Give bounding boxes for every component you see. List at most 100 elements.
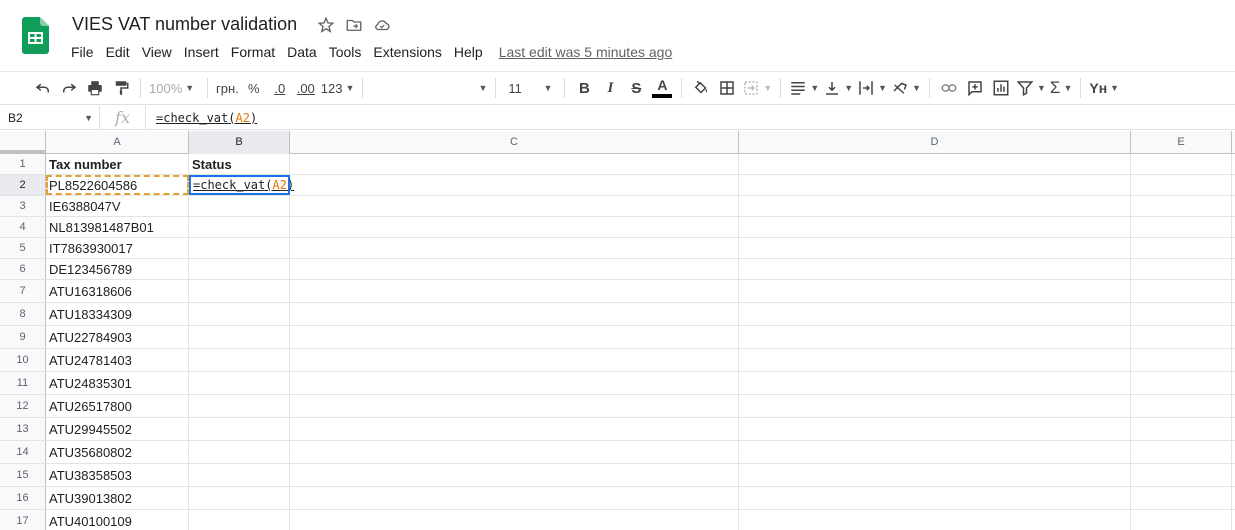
formula-input[interactable]: =check_vat(A2) <box>146 111 257 125</box>
name-box[interactable]: B2 ▼ <box>0 105 100 130</box>
cell-status[interactable] <box>189 259 290 279</box>
empty-cell[interactable] <box>1131 510 1232 530</box>
increase-decimal-button[interactable]: .00 <box>293 76 319 100</box>
row-header[interactable]: 4 <box>0 217 46 237</box>
row-header[interactable]: 16 <box>0 487 46 509</box>
empty-cell[interactable] <box>1131 372 1232 394</box>
empty-cell[interactable] <box>290 395 739 417</box>
cell-tax-number[interactable]: DE123456789 <box>46 259 189 279</box>
merge-cells-button[interactable]: ▼ <box>740 76 774 100</box>
row-header[interactable]: 13 <box>0 418 46 440</box>
empty-cell[interactable] <box>1131 196 1232 216</box>
header-cell-tax-number[interactable]: Tax number <box>46 154 189 174</box>
currency-format-button[interactable]: грн. <box>214 76 241 100</box>
empty-cell[interactable] <box>739 196 1131 216</box>
cell-tax-number[interactable]: NL813981487B01 <box>46 217 189 237</box>
column-header-a[interactable]: A <box>46 131 189 154</box>
document-title[interactable]: VIES VAT number validation <box>72 14 297 35</box>
empty-cell[interactable] <box>739 154 1131 174</box>
bold-button[interactable]: B <box>571 76 597 100</box>
row-header[interactable]: 7 <box>0 280 46 302</box>
empty-cell[interactable] <box>290 441 739 463</box>
empty-cell[interactable] <box>1131 303 1232 325</box>
empty-cell[interactable] <box>290 349 739 371</box>
empty-cell[interactable] <box>1131 154 1232 174</box>
move-folder-icon[interactable] <box>344 15 364 35</box>
print-button[interactable] <box>82 76 108 100</box>
empty-cell[interactable] <box>1131 487 1232 509</box>
active-cell-editor[interactable]: =check_vat(A2) <box>189 175 294 195</box>
text-rotation-button[interactable]: ▼ <box>889 76 923 100</box>
cell-tax-number[interactable]: ATU24835301 <box>46 372 189 394</box>
empty-cell[interactable] <box>1131 395 1232 417</box>
empty-cell[interactable] <box>739 175 1131 195</box>
empty-cell[interactable] <box>739 217 1131 237</box>
row-header[interactable]: 9 <box>0 326 46 348</box>
empty-cell[interactable] <box>1131 217 1232 237</box>
undo-button[interactable] <box>30 76 56 100</box>
cell-tax-number[interactable]: ATU18334309 <box>46 303 189 325</box>
cell-status[interactable] <box>189 464 290 486</box>
cell-status[interactable] <box>189 510 290 530</box>
filter-button[interactable]: ▼ <box>1014 76 1048 100</box>
cell-tax-number[interactable]: ATU35680802 <box>46 441 189 463</box>
row-header[interactable]: 10 <box>0 349 46 371</box>
empty-cell[interactable] <box>1131 464 1232 486</box>
text-wrapping-button[interactable]: ▼ <box>855 76 889 100</box>
empty-cell[interactable] <box>739 418 1131 440</box>
cell-status[interactable] <box>189 418 290 440</box>
menu-view[interactable]: View <box>136 42 178 62</box>
empty-cell[interactable] <box>290 154 739 174</box>
insert-chart-button[interactable] <box>988 76 1014 100</box>
borders-button[interactable] <box>714 76 740 100</box>
cell-tax-number[interactable]: ATU29945502 <box>46 418 189 440</box>
cell-tax-number[interactable]: ATU38358503 <box>46 464 189 486</box>
star-icon[interactable] <box>316 15 336 35</box>
text-color-button[interactable]: A <box>649 76 675 100</box>
empty-cell[interactable] <box>739 487 1131 509</box>
empty-cell[interactable] <box>739 259 1131 279</box>
menu-file[interactable]: File <box>65 42 100 62</box>
cell-tax-number[interactable]: ATU40100109 <box>46 510 189 530</box>
cell-tax-number[interactable]: ATU39013802 <box>46 487 189 509</box>
cell-status[interactable] <box>189 487 290 509</box>
paint-format-button[interactable] <box>108 76 134 100</box>
redo-button[interactable] <box>56 76 82 100</box>
cell-tax-number[interactable]: IE6388047V <box>46 196 189 216</box>
insert-link-button[interactable] <box>936 76 962 100</box>
column-header-c[interactable]: C <box>290 131 739 154</box>
menu-help[interactable]: Help <box>448 42 489 62</box>
empty-cell[interactable] <box>290 280 739 302</box>
cell-status[interactable] <box>189 238 290 258</box>
empty-cell[interactable] <box>1131 349 1232 371</box>
cell-tax-number[interactable]: PL8522604586 <box>46 175 189 195</box>
menu-extensions[interactable]: Extensions <box>367 42 447 62</box>
row-header[interactable]: 2 <box>0 175 46 195</box>
row-header[interactable]: 11 <box>0 372 46 394</box>
cell-status[interactable] <box>189 372 290 394</box>
row-header[interactable]: 14 <box>0 441 46 463</box>
row-header[interactable]: 5 <box>0 238 46 258</box>
empty-cell[interactable] <box>1131 280 1232 302</box>
empty-cell[interactable] <box>739 326 1131 348</box>
last-edit-link[interactable]: Last edit was 5 minutes ago <box>499 44 673 60</box>
cell-status[interactable] <box>189 303 290 325</box>
header-cell-status[interactable]: Status <box>189 154 290 174</box>
cell-tax-number[interactable]: IT7863930017 <box>46 238 189 258</box>
font-family-select[interactable]: ▼ <box>369 76 489 100</box>
cell-status[interactable] <box>189 441 290 463</box>
row-header[interactable]: 8 <box>0 303 46 325</box>
more-formats-button[interactable]: 123 ▼ <box>319 76 357 100</box>
empty-cell[interactable] <box>1131 259 1232 279</box>
vertical-align-button[interactable]: ▼ <box>821 76 855 100</box>
empty-cell[interactable] <box>1131 326 1232 348</box>
zoom-select[interactable]: 100% ▼ <box>147 76 201 100</box>
row-header[interactable]: 3 <box>0 196 46 216</box>
cell-status[interactable] <box>189 217 290 237</box>
empty-cell[interactable] <box>1131 175 1232 195</box>
cloud-status-icon[interactable] <box>372 15 392 35</box>
horizontal-align-button[interactable]: ▼ <box>787 76 821 100</box>
cell-status[interactable] <box>189 196 290 216</box>
decrease-decimal-button[interactable]: .0 <box>267 76 293 100</box>
empty-cell[interactable] <box>739 238 1131 258</box>
